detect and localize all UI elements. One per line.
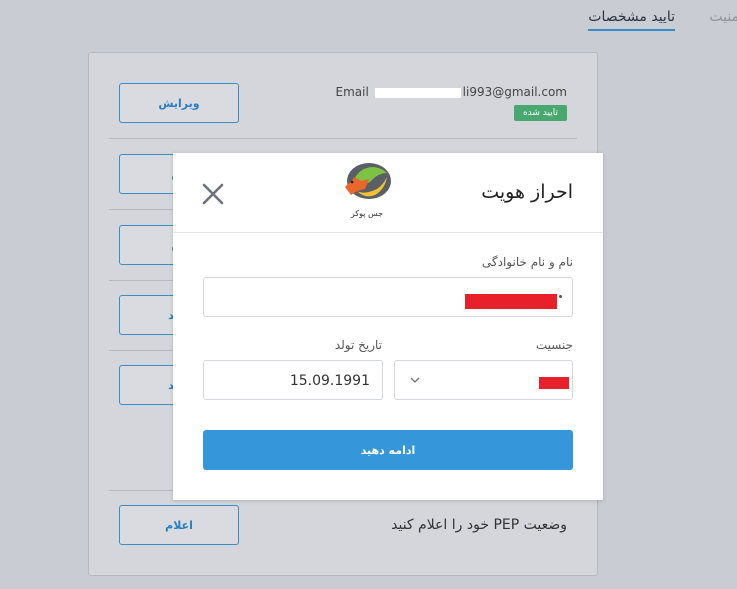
birthdate-value: 15.09.1991	[289, 373, 370, 389]
tab-verify-details[interactable]: تایید مشخصات	[588, 9, 675, 31]
fullname-redaction	[465, 294, 557, 309]
edit-email-button[interactable]: ویرایش	[119, 83, 239, 123]
input-cursor-dot	[559, 295, 562, 298]
brand-logo-text: جس پوکر	[350, 209, 384, 218]
pep-status-text: وضعیت PEP خود را اعلام کنید	[391, 517, 567, 533]
gender-redaction	[539, 377, 569, 389]
brand-logo: جس پوکر	[335, 159, 399, 225]
close-icon[interactable]	[200, 181, 226, 207]
verified-badge: تایید شده	[513, 105, 567, 121]
fullname-label: نام و نام خانوادگی	[481, 255, 573, 269]
chevron-down-icon	[410, 377, 420, 383]
modal-title: احراز هویت	[481, 181, 573, 203]
gender-select[interactable]	[394, 360, 573, 400]
birthdate-input[interactable]: 15.09.1991	[203, 360, 383, 400]
modal-header: جس پوکر احراز هویت	[173, 153, 603, 233]
continue-button[interactable]: ادامه دهید	[203, 430, 573, 470]
email-label: Email	[335, 85, 369, 99]
email-value: li993@gmail.com	[462, 85, 567, 99]
fullname-input[interactable]	[203, 277, 573, 317]
birthdate-label: تاریخ تولد	[334, 338, 382, 352]
top-tab-bar: تایید مشخصات امنیت	[0, 0, 737, 40]
gender-label: جنسیت	[535, 338, 573, 352]
email-row: Email li993@gmail.com	[336, 85, 567, 99]
announce-pep-button[interactable]: اعلام	[119, 505, 239, 545]
brand-logo-icon	[345, 163, 391, 199]
email-redaction	[374, 87, 461, 98]
tab-security[interactable]: امنیت	[709, 9, 737, 25]
row-divider	[109, 138, 577, 139]
identity-verification-modal: جس پوکر احراز هویت نام و نام خانوادگی جن…	[173, 153, 603, 500]
